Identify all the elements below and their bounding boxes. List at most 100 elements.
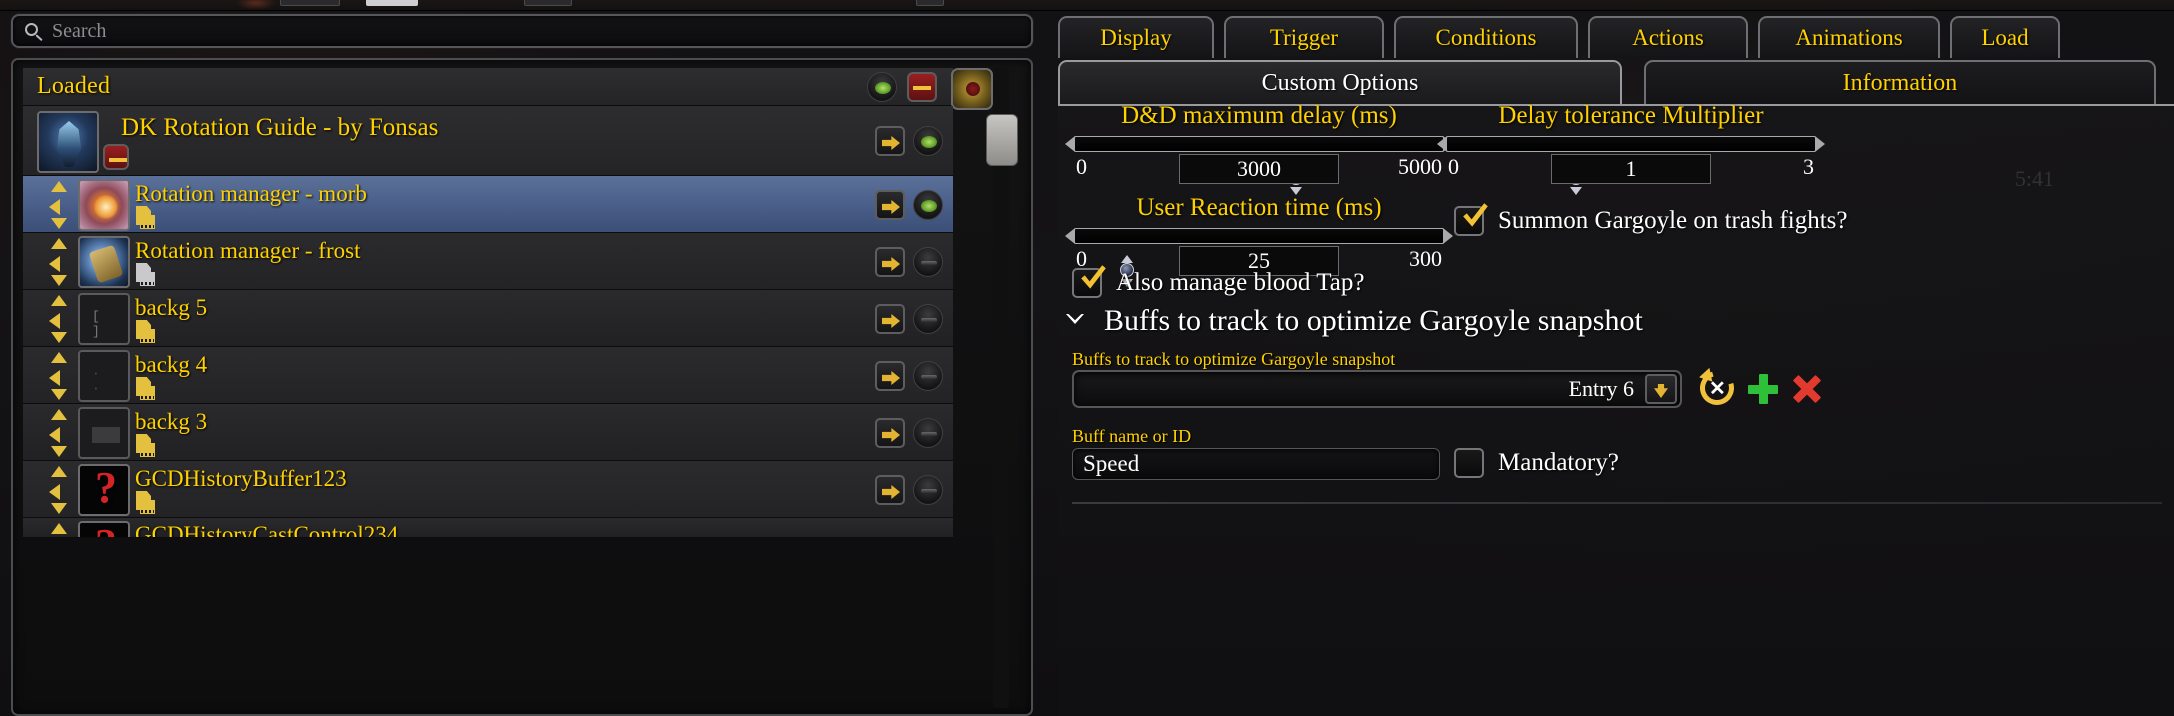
chevron-down-icon[interactable] — [1064, 309, 1088, 333]
arrow-right-icon[interactable] — [875, 475, 905, 505]
list-item: backg 4 — [135, 352, 208, 377]
checkbox-also-manage-blood-tap[interactable]: Also manage blood Tap? — [1072, 268, 1364, 298]
move-down-icon[interactable] — [51, 503, 67, 514]
move-out-icon[interactable] — [49, 484, 60, 500]
grey-document-icon[interactable] — [136, 263, 155, 286]
eye-disabled-icon[interactable] — [913, 247, 943, 277]
move-out-icon[interactable] — [49, 199, 60, 215]
slider-value-input[interactable]: 1 — [1551, 154, 1711, 184]
checkbox-label: Also manage blood Tap? — [1116, 269, 1365, 296]
tab-load[interactable]: Load — [1950, 16, 2060, 58]
eye-disabled-icon[interactable] — [913, 361, 943, 391]
checkmark-icon[interactable] — [1072, 268, 1102, 298]
move-up-icon[interactable] — [51, 409, 67, 420]
list-section-header-loaded[interactable]: Loaded — [23, 68, 993, 110]
options-panel: Display Trigger Conditions Actions Anima… — [1046, 0, 2174, 716]
entry-select-dropdown[interactable]: Entry 6 — [1072, 370, 1682, 408]
move-out-icon[interactable] — [49, 256, 60, 272]
list-item: GCDHistoryCastControl234 — [135, 522, 399, 538]
move-up-icon[interactable] — [51, 238, 67, 249]
arrow-right-icon[interactable] — [875, 304, 905, 334]
gold-document-icon[interactable] — [136, 206, 155, 229]
tab-animations[interactable]: Animations — [1758, 16, 1940, 58]
table-row[interactable]: backg 3 — [23, 404, 953, 461]
table-row[interactable]: ? GCDHistoryBuffer123 — [23, 461, 953, 518]
chevron-down-icon[interactable] — [1645, 374, 1677, 404]
red-collapse-icon[interactable] — [103, 144, 129, 170]
buff-field-label: Buff name or ID — [1072, 426, 1192, 446]
arrow-right-icon[interactable] — [875, 418, 905, 448]
gold-document-icon[interactable] — [136, 377, 155, 400]
search-input[interactable]: Search — [11, 14, 1033, 48]
move-up-icon[interactable] — [51, 352, 67, 363]
eye-enabled-icon[interactable] — [913, 190, 943, 220]
row-actions — [875, 418, 943, 448]
gold-document-icon[interactable] — [136, 491, 155, 514]
gold-document-icon[interactable] — [136, 320, 155, 343]
checkmark-icon[interactable] — [1454, 206, 1484, 236]
move-up-icon[interactable] — [51, 295, 67, 306]
table-row[interactable]: [ ] backg 5 — [23, 290, 953, 347]
reorder-arrows[interactable] — [48, 237, 70, 287]
checkbox-box-icon[interactable] — [1454, 448, 1484, 478]
collapse-all-icon[interactable] — [907, 72, 937, 102]
reset-icon[interactable]: ✕ — [1694, 365, 1740, 411]
move-out-icon[interactable] — [49, 427, 60, 443]
table-row[interactable]: Rotation manager - frost — [23, 233, 953, 290]
table-row[interactable]: ? GCDHistoryCastControl234 — [23, 518, 953, 538]
table-row[interactable]: Rotation manager - morb — [23, 176, 953, 233]
move-down-icon[interactable] — [51, 275, 67, 286]
table-row[interactable]: DK Rotation Guide - by Fonsas — [23, 106, 953, 176]
eye-disabled-icon[interactable] — [913, 475, 943, 505]
eye-disabled-icon[interactable] — [913, 418, 943, 448]
delete-icon[interactable] — [1792, 374, 1822, 404]
list-item: backg 3 — [135, 409, 208, 434]
arrow-right-icon[interactable] — [875, 190, 905, 220]
slider-track[interactable] — [1437, 136, 1825, 195]
slider-label: Delay tolerance Multiplier — [1498, 102, 1764, 129]
arrow-right-icon[interactable] — [875, 247, 905, 277]
move-down-icon[interactable] — [51, 389, 67, 400]
buff-name-input[interactable]: Speed — [1072, 448, 1440, 480]
tab-conditions[interactable]: Conditions — [1394, 16, 1578, 58]
slider-track[interactable] — [1065, 136, 1453, 195]
section-header-buffs-to-track[interactable]: Buffs to track to optimize Gargoyle snap… — [1064, 304, 1643, 338]
arrow-right-icon[interactable] — [875, 361, 905, 391]
reorder-arrows[interactable] — [48, 465, 70, 515]
move-out-icon[interactable] — [49, 370, 60, 386]
reorder-arrows[interactable] — [48, 408, 70, 458]
tab-custom-options[interactable]: Custom Options — [1058, 60, 1622, 104]
tab-information[interactable]: Information — [1644, 60, 2156, 104]
table-row[interactable]: · · backg 4 — [23, 347, 953, 404]
reorder-arrows[interactable] — [48, 522, 70, 537]
aura-list-frame: Loaded DK Rotation Guide - by Fonsas Rot… — [11, 58, 1033, 716]
reorder-arrows[interactable] — [48, 294, 70, 344]
slider-track[interactable] — [1065, 228, 1453, 287]
move-down-icon[interactable] — [51, 218, 67, 229]
move-out-icon[interactable] — [49, 313, 60, 329]
eye-disabled-icon[interactable] — [913, 304, 943, 334]
eye-toggle-icon[interactable] — [867, 72, 897, 102]
move-down-icon[interactable] — [51, 446, 67, 457]
tab-trigger[interactable]: Trigger — [1224, 16, 1384, 58]
scrollbar-thumb[interactable] — [986, 114, 1018, 166]
eye-enabled-icon[interactable] — [913, 126, 943, 156]
move-up-icon[interactable] — [51, 181, 67, 192]
move-up-icon[interactable] — [51, 523, 67, 534]
tab-display[interactable]: Display — [1058, 16, 1214, 58]
reorder-arrows[interactable] — [48, 351, 70, 401]
add-icon[interactable] — [1748, 374, 1778, 404]
tab-actions[interactable]: Actions — [1588, 16, 1748, 58]
checkbox-mandatory[interactable]: Mandatory? — [1454, 448, 1619, 478]
arrow-right-icon[interactable] — [875, 126, 905, 156]
aura-list-scrollbar[interactable] — [985, 68, 1019, 708]
frost-weapon-thumbnail — [78, 236, 130, 288]
slider-value-input[interactable]: 3000 — [1179, 154, 1339, 184]
gold-document-icon[interactable] — [136, 434, 155, 457]
empty-brackets-thumbnail: [ ] — [78, 293, 130, 345]
checkbox-summon-gargoyle[interactable]: Summon Gargoyle on trash fights? — [1454, 206, 1848, 236]
move-down-icon[interactable] — [51, 332, 67, 343]
move-up-icon[interactable] — [51, 466, 67, 477]
reorder-arrows[interactable] — [48, 180, 70, 230]
checkbox-label: Summon Gargoyle on trash fights? — [1498, 207, 1848, 234]
